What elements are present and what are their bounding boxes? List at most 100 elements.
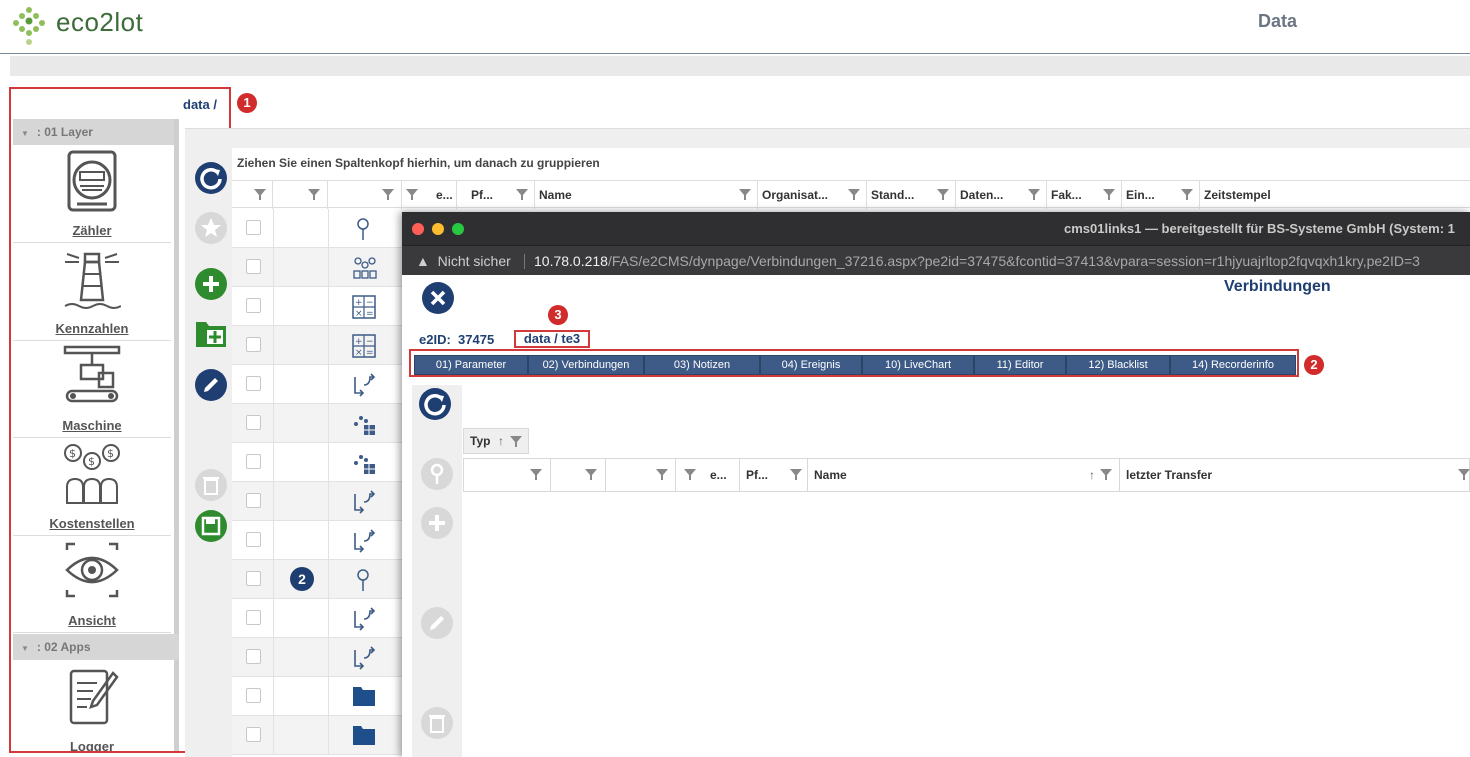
table-row[interactable] — [232, 482, 402, 521]
table-row[interactable]: + − × = — [232, 326, 402, 365]
filter-icon[interactable] — [1458, 468, 1470, 480]
popup-close-button[interactable] — [422, 282, 454, 314]
tab-ereignis[interactable]: 04) Ereignis — [760, 355, 862, 375]
filter-icon[interactable] — [585, 468, 597, 480]
sidebar-item-kennzahlen[interactable]: Kennzahlen — [13, 244, 171, 341]
window-titlebar[interactable]: cms01links1 — bereitgestellt für BS-Syst… — [402, 212, 1470, 245]
sidebar-item-kostenstellen[interactable]: $ $ $ Kostenstellen — [13, 439, 171, 536]
sidebar-group-apps[interactable]: ▼: 02 Apps — [13, 634, 179, 660]
favorite-button[interactable] — [195, 212, 227, 244]
table-row[interactable] — [232, 365, 402, 404]
tab-notizen[interactable]: 03) Notizen — [644, 355, 760, 375]
filter-icon[interactable] — [739, 188, 751, 200]
sort-asc-icon[interactable]: ↑ — [1089, 459, 1095, 491]
popup-breadcrumb[interactable]: data / te3 — [514, 330, 590, 348]
column-header[interactable] — [464, 459, 551, 491]
column-header-name[interactable]: Name ↑ — [808, 459, 1120, 491]
popup-add-button[interactable] — [421, 507, 453, 539]
table-row[interactable] — [232, 521, 402, 560]
column-header[interactable] — [606, 459, 676, 491]
column-header-zeitstempel[interactable]: Zeitstempel — [1200, 181, 1470, 209]
tab-verbindungen[interactable]: 02) Verbindungen — [528, 355, 644, 375]
row-checkbox[interactable] — [246, 649, 261, 664]
row-checkbox[interactable] — [246, 376, 261, 391]
row-checkbox[interactable] — [246, 220, 261, 235]
table-row[interactable] — [232, 599, 402, 638]
row-checkbox[interactable] — [246, 727, 261, 742]
filter-icon[interactable] — [656, 468, 668, 480]
column-header-organisation[interactable]: Organisat... — [758, 181, 867, 209]
sidebar-item-ansicht[interactable]: Ansicht — [13, 536, 171, 633]
popup-edit-button[interactable] — [421, 607, 453, 639]
row-checkbox[interactable] — [246, 337, 261, 352]
column-header[interactable] — [328, 181, 402, 209]
filter-icon[interactable] — [1103, 188, 1115, 200]
column-header[interactable] — [551, 459, 606, 491]
filter-icon[interactable] — [937, 188, 949, 200]
row-checkbox[interactable] — [246, 532, 261, 547]
filter-icon[interactable] — [254, 188, 266, 200]
breadcrumb[interactable]: data / — [183, 97, 217, 112]
table-row[interactable] — [232, 638, 402, 677]
filter-icon[interactable] — [1100, 468, 1112, 480]
table-row[interactable] — [232, 677, 402, 716]
filter-icon[interactable] — [530, 468, 542, 480]
table-row[interactable] — [232, 248, 402, 287]
sort-asc-icon[interactable]: ↑ — [498, 429, 504, 453]
window-minimize-button[interactable] — [432, 223, 444, 235]
table-row[interactable] — [232, 443, 402, 482]
row-checkbox[interactable] — [246, 415, 261, 430]
url-bar[interactable]: ▲ Nicht sicher 10.78.0.218/FAS/e2CMS/dyn… — [402, 245, 1470, 275]
row-checkbox[interactable] — [246, 688, 261, 703]
column-header-pf[interactable]: Pf... — [740, 459, 808, 491]
table-row[interactable] — [232, 209, 402, 248]
add-folder-button[interactable] — [195, 318, 227, 348]
filter-icon[interactable] — [510, 435, 522, 447]
filter-icon[interactable] — [790, 468, 802, 480]
filter-icon[interactable] — [308, 188, 320, 200]
delete-button[interactable] — [195, 469, 227, 501]
table-row[interactable]: + − × = — [232, 287, 402, 326]
row-checkbox[interactable] — [246, 610, 261, 625]
filter-icon[interactable] — [382, 188, 394, 200]
filter-icon[interactable] — [1181, 188, 1193, 200]
tab-livechart[interactable]: 10) LiveChart — [862, 355, 974, 375]
popup-pin-button[interactable] — [421, 458, 453, 490]
url-text[interactable]: 10.78.0.218/FAS/e2CMS/dynpage/Verbindung… — [534, 253, 1420, 269]
edit-button[interactable] — [195, 369, 227, 401]
column-header-name[interactable]: Name — [535, 181, 758, 209]
sidebar-group-layer[interactable]: ▼: 01 Layer — [13, 119, 179, 145]
tab-editor[interactable]: 11) Editor — [974, 355, 1066, 375]
save-button[interactable] — [195, 510, 227, 542]
filter-icon[interactable] — [516, 188, 528, 200]
sidebar-item-zaehler[interactable]: Zähler — [13, 146, 171, 243]
table-row[interactable] — [232, 560, 402, 599]
row-checkbox[interactable] — [246, 259, 261, 274]
column-header[interactable] — [232, 181, 273, 209]
filter-icon[interactable] — [1028, 188, 1040, 200]
row-checkbox[interactable] — [246, 493, 261, 508]
row-checkbox[interactable] — [246, 298, 261, 313]
column-header-ein[interactable]: Ein... — [1122, 181, 1200, 209]
column-header-fak[interactable]: Fak... — [1047, 181, 1122, 209]
tab-recorderinfo[interactable]: 14) Recorderinfo — [1170, 355, 1296, 375]
window-zoom-button[interactable] — [452, 223, 464, 235]
table-row[interactable] — [232, 404, 402, 443]
column-header-e[interactable]: e... — [676, 459, 740, 491]
column-header-daten[interactable]: Daten... — [956, 181, 1047, 209]
sidebar-item-maschine[interactable]: Maschine — [13, 341, 171, 438]
filter-icon[interactable] — [406, 188, 418, 200]
add-button[interactable] — [195, 268, 227, 300]
filter-icon[interactable] — [684, 468, 696, 480]
column-header-e[interactable]: e... — [402, 181, 457, 209]
group-chip-typ[interactable]: Typ ↑ — [463, 428, 529, 454]
tab-blacklist[interactable]: 12) Blacklist — [1066, 355, 1170, 375]
column-header-stand[interactable]: Stand... — [867, 181, 956, 209]
window-close-button[interactable] — [412, 223, 424, 235]
sidebar-item-logger[interactable]: Logger — [13, 661, 171, 751]
popup-delete-button[interactable] — [421, 707, 453, 739]
popup-refresh-button[interactable] — [419, 388, 451, 420]
refresh-button[interactable] — [195, 162, 227, 194]
row-checkbox[interactable] — [246, 454, 261, 469]
table-row[interactable] — [232, 716, 402, 755]
